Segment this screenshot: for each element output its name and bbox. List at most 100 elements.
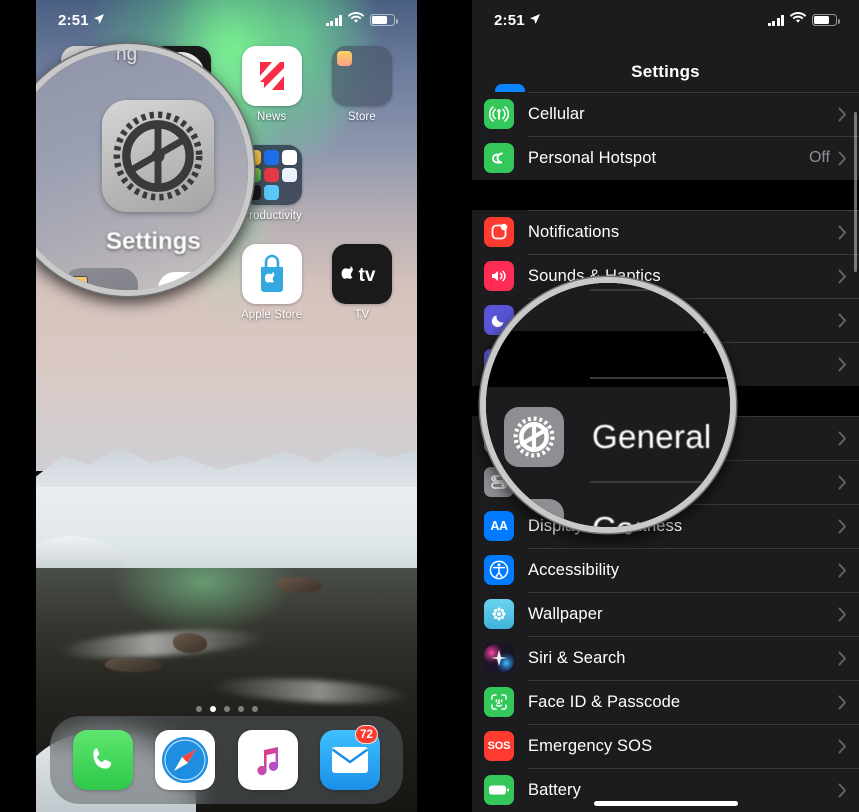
chevron-right-icon xyxy=(838,431,847,446)
settings-row-personal-hotspot[interactable]: Personal Hotspot Off xyxy=(472,136,859,180)
chevron-right-icon xyxy=(838,151,847,166)
chevron-right-icon xyxy=(838,269,847,284)
settings-row-value: Off xyxy=(808,149,830,166)
store-folder-icon[interactable] xyxy=(331,46,392,106)
settings-row-label: Notifications xyxy=(528,222,620,241)
chevron-right-icon xyxy=(838,607,847,622)
magnifier-ghost-label: ng xyxy=(116,44,138,65)
app-label: Store xyxy=(347,111,376,123)
battery-settings-icon xyxy=(484,775,514,805)
news-icon[interactable] xyxy=(241,46,302,106)
notifications-icon xyxy=(484,217,514,247)
settings-nav-bar: 2:51 Settings xyxy=(472,0,859,96)
settings-row-notifications[interactable]: Notifications xyxy=(472,210,859,254)
status-bar-indicators xyxy=(325,11,398,29)
settings-row-label: Wallpaper xyxy=(528,604,603,623)
emergency-sos-icon: SOS xyxy=(484,731,514,761)
general-row-magnifier: General Cont xyxy=(480,277,736,533)
dock-app-mail[interactable]: 72 xyxy=(319,725,380,790)
status-time: 2:51 xyxy=(494,11,525,29)
chevron-right-icon xyxy=(838,783,847,798)
location-arrow-icon xyxy=(529,12,541,29)
wifi-icon xyxy=(347,11,365,29)
chevron-right-icon xyxy=(838,475,847,490)
right-status-bar: 2:51 xyxy=(472,0,859,40)
settings-row-label: Cellular xyxy=(528,104,585,123)
chevron-right-icon xyxy=(838,313,847,328)
home-indicator xyxy=(593,801,738,806)
location-arrow-icon xyxy=(93,12,105,29)
dock-app-phone[interactable] xyxy=(73,730,134,790)
page-dot-active[interactable] xyxy=(209,706,216,712)
settings-app-magnifier: ng 2 Settings xyxy=(36,44,254,296)
status-bar-time-group: 2:51 xyxy=(58,12,105,29)
accessibility-icon xyxy=(484,555,514,585)
screenshot-root: 2:51 News Store Productivity Apple Store… xyxy=(0,0,859,812)
status-bar-time-group: 2:51 xyxy=(494,12,541,29)
magnifier-slack-badge: 2 xyxy=(204,258,234,288)
app-label: Productivity xyxy=(241,210,302,222)
settings-row-face-id-passcode[interactable]: Face ID & Passcode xyxy=(472,680,859,724)
hotspot-icon xyxy=(484,143,514,173)
mail-badge: 72 xyxy=(355,725,378,744)
settings-row-label: Battery xyxy=(528,780,581,799)
app-label: News xyxy=(257,111,287,123)
apple-tv-icon[interactable]: tv xyxy=(331,244,392,304)
settings-row-label: Face ID & Passcode xyxy=(528,692,681,711)
home-screen-dock: 72 xyxy=(50,716,403,804)
app-label: TV xyxy=(354,309,370,321)
magnified-chevron-right-icon xyxy=(702,311,716,342)
settings-row-wallpaper[interactable]: Wallpaper xyxy=(472,592,859,636)
chevron-right-icon xyxy=(838,107,847,122)
settings-row-accessibility[interactable]: Accessibility xyxy=(472,548,859,592)
right-phone-settings-screen: 2:51 Settings Cellular Personal Hotspot … xyxy=(472,0,859,812)
chevron-right-icon xyxy=(838,739,847,754)
cellular-signal-icon xyxy=(325,14,342,26)
left-phone-home-screen: 2:51 News Store Productivity Apple Store… xyxy=(36,0,417,812)
magnified-settings-gear-icon[interactable] xyxy=(102,100,214,212)
chevron-right-icon xyxy=(838,225,847,240)
chevron-right-icon xyxy=(838,651,847,666)
chevron-right-icon xyxy=(838,695,847,710)
settings-row-label: Siri & Search xyxy=(528,648,626,667)
chevron-right-icon xyxy=(838,519,847,534)
wallpaper-icon xyxy=(484,599,514,629)
settings-row-label: Personal Hotspot xyxy=(528,148,657,167)
dock-app-music[interactable] xyxy=(237,730,298,790)
cellular-signal-icon xyxy=(767,14,784,26)
page-dot[interactable] xyxy=(251,706,258,712)
apple-store-icon[interactable] xyxy=(241,244,302,304)
page-dots[interactable] xyxy=(36,706,417,712)
app-label: Apple Store xyxy=(241,309,303,321)
magnified-settings-label: Settings xyxy=(106,228,201,255)
siri-icon xyxy=(484,643,514,673)
dock-app-safari[interactable] xyxy=(155,730,216,790)
magnified-row-control-center[interactable]: Cont xyxy=(486,485,730,527)
status-bar-indicators xyxy=(767,11,840,29)
magnified-general-label: General xyxy=(592,418,712,455)
safari-icon[interactable] xyxy=(155,730,216,790)
page-dot[interactable] xyxy=(195,706,202,712)
page-dot[interactable] xyxy=(237,706,244,712)
status-time: 2:51 xyxy=(58,11,89,29)
settings-row-cellular[interactable]: Cellular xyxy=(472,92,859,136)
settings-row-label: Accessibility xyxy=(528,560,620,579)
page-dot[interactable] xyxy=(223,706,230,712)
settings-row-siri-search[interactable]: Siri & Search xyxy=(472,636,859,680)
settings-row-label: Emergency SOS xyxy=(528,736,653,755)
music-icon[interactable] xyxy=(237,730,298,790)
settings-row-emergency-sos[interactable]: SOS Emergency SOS xyxy=(472,724,859,768)
battery-icon xyxy=(812,14,840,26)
chevron-right-icon xyxy=(838,563,847,578)
magnified-row-general[interactable]: General xyxy=(486,393,730,481)
svg-text:tv: tv xyxy=(358,265,375,286)
vertical-scrollbar[interactable] xyxy=(854,112,857,272)
app-tv[interactable]: tv TV xyxy=(317,244,407,321)
magnified-general-gear-icon xyxy=(504,407,564,467)
app-store-folder[interactable]: Store xyxy=(317,46,407,123)
battery-icon xyxy=(370,14,398,26)
phone-icon[interactable] xyxy=(73,730,134,790)
page-title: Settings xyxy=(631,62,700,81)
wifi-icon xyxy=(789,11,807,29)
chevron-right-icon xyxy=(838,357,847,372)
